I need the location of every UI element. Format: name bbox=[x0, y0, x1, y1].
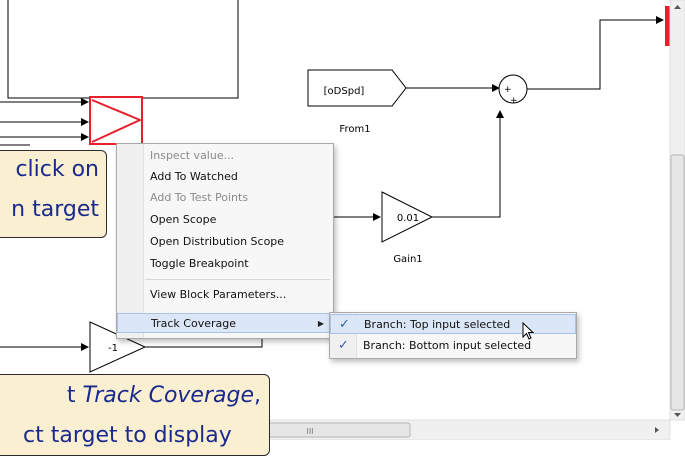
menu-item-open-distribution-scope[interactable]: Open Distribution Scope bbox=[117, 232, 333, 252]
context-menu: Inspect value... Add To Watched Add To T… bbox=[116, 143, 334, 339]
negative-gain-value: -1 bbox=[108, 343, 118, 354]
menu-item-toggle-breakpoint[interactable]: Toggle Breakpoint bbox=[117, 254, 333, 274]
menu-item-open-scope[interactable]: Open Scope bbox=[117, 210, 333, 230]
submenu-item-label: Branch: Bottom input selected bbox=[363, 339, 532, 352]
submenu-item-branch-top[interactable]: ✓ Branch: Top input selected bbox=[330, 314, 576, 334]
switch-block[interactable] bbox=[89, 96, 143, 145]
signal-line bbox=[527, 16, 664, 90]
checkmark-icon: ✓ bbox=[338, 338, 349, 353]
menu-item-inspect-value[interactable]: Inspect value... bbox=[117, 146, 333, 166]
callout-line: n target bbox=[11, 197, 99, 222]
gain-name: Gain1 bbox=[393, 254, 422, 265]
callout-line: click on bbox=[15, 157, 99, 182]
horizontal-scroll-grip: III bbox=[306, 427, 313, 436]
mouse-cursor-icon bbox=[522, 322, 535, 340]
callout-line: ct target to display bbox=[23, 423, 232, 448]
menu-item-view-block-parameters[interactable]: View Block Parameters... bbox=[117, 285, 333, 305]
signal-line bbox=[432, 110, 504, 218]
menu-item-track-coverage[interactable]: Track Coverage ▶ bbox=[117, 313, 333, 333]
menu-separator bbox=[145, 279, 330, 280]
submenu-item-label: Branch: Top input selected bbox=[364, 318, 511, 331]
submenu-item-branch-bottom[interactable]: ✓ Branch: Bottom input selected bbox=[330, 336, 576, 356]
callout-text-italic: Track Coverage bbox=[82, 383, 255, 408]
vertical-scroll-thumb[interactable] bbox=[670, 154, 685, 411]
sum-sign-bottom: + bbox=[510, 96, 518, 106]
callout-line: t Track Coverage, bbox=[67, 383, 261, 408]
submenu-arrow-icon: ▶ bbox=[317, 319, 324, 328]
subsystem-frame bbox=[7, 0, 239, 99]
callout-text: , bbox=[254, 383, 261, 408]
callout-text: t bbox=[66, 383, 83, 408]
menu-item-label: Track Coverage bbox=[151, 317, 236, 330]
track-coverage-submenu: ✓ Branch: Top input selected ✓ Branch: B… bbox=[329, 312, 577, 359]
instruction-callout-bottom: t Track Coverage, ct target to display bbox=[0, 374, 270, 456]
checkmark-icon: ✓ bbox=[339, 317, 350, 332]
menu-item-add-to-watched[interactable]: Add To Watched bbox=[117, 167, 333, 187]
gain-value: 0.01 bbox=[397, 213, 419, 224]
instruction-callout-top: click on n target bbox=[0, 150, 107, 238]
sum-sign-top: + bbox=[504, 85, 512, 95]
from-block-name: From1 bbox=[339, 124, 370, 135]
from-block-label: [oDSpd] bbox=[324, 86, 365, 97]
menu-item-add-to-test-points[interactable]: Add To Test Points bbox=[117, 188, 333, 208]
